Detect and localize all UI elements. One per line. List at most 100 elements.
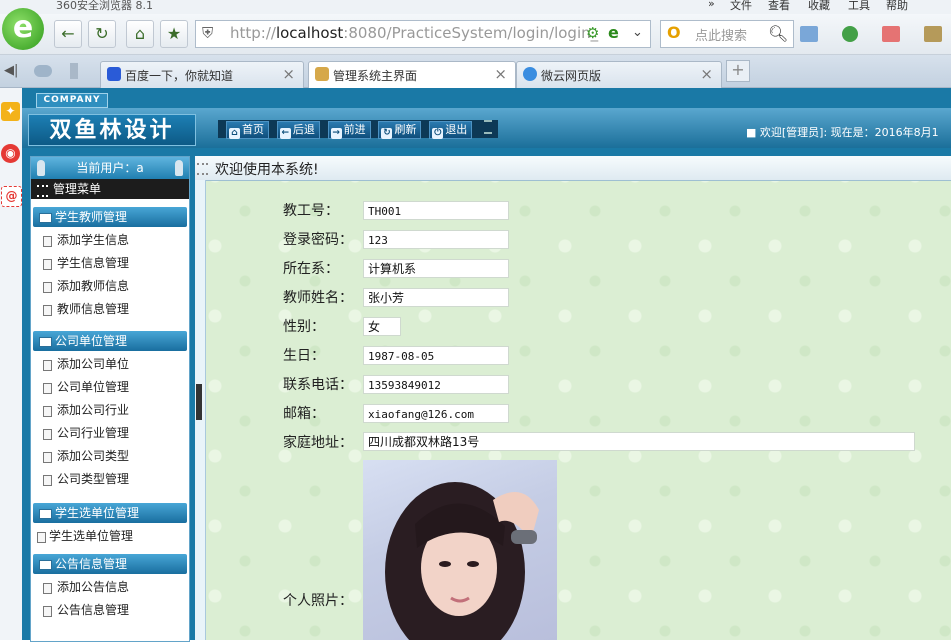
menu-item-selection-manage[interactable]: 学生选单位管理 [31, 525, 181, 548]
shield-icon: ⛨ [202, 24, 214, 42]
translate-icon[interactable] [882, 26, 900, 42]
menu-item-label: 公司行业管理 [57, 426, 130, 440]
browser-sidebar: ✦ ◉ @ [0, 88, 23, 640]
menu-item-add-industry[interactable]: 添加公司行业 [31, 399, 181, 422]
teacher-no-value: TH001 [363, 201, 509, 220]
weibo-icon[interactable]: ◉ [1, 144, 20, 163]
address-bar[interactable]: ⛨ http://localhost:8080/PracticeSystem/l… [195, 20, 651, 48]
menu-item-add-company[interactable]: 添加公司单位 [31, 353, 181, 376]
birthday-label: 生日： [283, 348, 325, 364]
welcome-status: ■ 欢迎[管理员]: 现在是：2016年8月1 [746, 126, 939, 139]
close-tab-icon[interactable]: × [700, 65, 713, 83]
page-icon [43, 259, 52, 270]
content-title-bar: 欢迎使用本系统! [195, 156, 951, 181]
teacher-name-value: 张小芳 [363, 288, 509, 307]
menu-item-industry-manage[interactable]: 公司行业管理 [31, 422, 181, 445]
refresh-icon[interactable]: ↻ [88, 20, 116, 48]
pin-icon [175, 160, 183, 176]
menu-item-student-manage[interactable]: 学生信息管理 [31, 252, 181, 275]
menu-item-add-teacher[interactable]: 添加教师信息 [31, 275, 181, 298]
tab-label: 微云网页版 [541, 69, 602, 83]
logout-button[interactable]: ⏻ 退出 [429, 121, 473, 139]
menu-view[interactable]: 查看 [768, 0, 790, 13]
tab-main[interactable]: 管理系统主界面 × [308, 61, 516, 88]
page-icon [43, 429, 52, 440]
splitter-handle[interactable] [196, 384, 202, 420]
extension-icon[interactable] [924, 26, 942, 42]
tab-baidu[interactable]: 百度一下，你就知道 × [100, 61, 304, 88]
menu-item-label: 添加公司类型 [57, 449, 130, 463]
weiyun-cloud-icon [523, 67, 537, 81]
search-icon[interactable]: 🔍︎ [768, 24, 788, 43]
menu-item-notice-manage[interactable]: 公告信息管理 [31, 599, 181, 622]
page-icon [43, 475, 52, 486]
menu-tools[interactable]: 工具 [848, 0, 870, 13]
section-title: 学生教师管理 [55, 210, 128, 224]
home-button[interactable]: ⌂ 首页 [226, 121, 269, 139]
collapse-sidebar-icon[interactable]: ◀| [4, 63, 18, 78]
menu-file[interactable]: 文件 [730, 0, 752, 13]
list-icon [197, 163, 208, 175]
portrait-image [385, 482, 539, 640]
menu-item-label: 添加公告信息 [57, 580, 130, 594]
book-icon [39, 337, 52, 347]
page-icon [43, 406, 52, 417]
teacher-name-label: 教师姓名： [283, 290, 353, 306]
menu-item-company-manage[interactable]: 公司单位管理 [31, 376, 181, 399]
home-icon[interactable]: ⌂ [126, 20, 154, 48]
menu-help[interactable]: 帮助 [886, 0, 908, 13]
section-student-teacher[interactable]: 学生教师管理 [33, 207, 187, 227]
page-icon [43, 305, 52, 316]
section-notice[interactable]: 公告信息管理 [33, 554, 187, 574]
sidebar-toggle-icon[interactable] [70, 63, 78, 79]
close-tab-icon[interactable]: × [494, 65, 507, 83]
address-dropdown-icon[interactable]: ⌄ [632, 25, 643, 40]
tab-weiyun[interactable]: 微云网页版 × [516, 61, 722, 88]
address-label: 家庭地址： [283, 435, 353, 451]
menu-item-teacher-manage[interactable]: 教师信息管理 [31, 298, 181, 321]
new-tab-button[interactable]: + [726, 60, 750, 82]
refresh-button[interactable]: ↻ 刷新 [378, 121, 422, 139]
favorite-star-icon[interactable]: ★ [160, 20, 188, 48]
book-icon [39, 509, 52, 519]
menu-item-add-company-type[interactable]: 添加公司类型 [31, 445, 181, 468]
apps-icon[interactable] [800, 26, 818, 42]
close-tab-icon[interactable]: × [282, 65, 295, 83]
department-value: 计算机系 [363, 259, 509, 278]
browser-title: 360安全浏览器 8.1 [56, 0, 153, 12]
menu-item-add-notice[interactable]: 添加公告信息 [31, 576, 181, 599]
section-company[interactable]: 公司单位管理 [33, 331, 187, 351]
compat-mode-icon[interactable]: ⚙ [586, 24, 599, 42]
book-icon [39, 213, 52, 223]
search-input[interactable]: 点此搜索 [695, 25, 747, 44]
security-icon[interactable] [842, 26, 858, 42]
back-icon[interactable]: ← [54, 20, 82, 48]
menu-item-label: 公告信息管理 [57, 603, 130, 617]
grid-icon [37, 185, 48, 197]
menu-favorites[interactable]: 收藏 [808, 0, 830, 13]
email-icon[interactable]: @ [1, 186, 22, 207]
back-button[interactable]: ← 后退 [276, 121, 320, 139]
search-engine-icon[interactable]: O [667, 23, 681, 42]
menu-item-add-student[interactable]: 添加学生信息 [31, 229, 181, 252]
birthday-value: 1987-08-05 [363, 346, 509, 365]
ie-engine-icon[interactable]: e [608, 23, 619, 42]
menu-item-label: 添加学生信息 [57, 233, 130, 247]
menu-item-company-type-manage[interactable]: 公司类型管理 [31, 468, 181, 491]
home-icon: ⌂ [229, 128, 240, 139]
address-url: http://localhost:8080/PracticeSystem/log… [230, 24, 599, 42]
password-value: 123 [363, 230, 509, 249]
site-logo: 双鱼林设计 [28, 114, 196, 146]
company-badge: COMPANY [36, 93, 108, 108]
left-menu: 当前用户：a 管理菜单 学生教师管理 添加学生信息 学生信息管理 添加教师信息 … [30, 156, 190, 642]
forward-button[interactable]: → 前进 [327, 121, 371, 139]
content-area: 欢迎使用本系统! 教工号： TH001 登录密码： 123 所在系： 计算机系 … [195, 156, 951, 640]
section-student-selection[interactable]: 学生选单位管理 [33, 503, 187, 523]
address-value: 四川成都双林路13号 [363, 432, 915, 451]
menu-item-label: 添加公司行业 [57, 403, 130, 417]
cloud-icon[interactable] [34, 65, 52, 77]
bookmark-icon[interactable]: ✦ [1, 102, 20, 121]
panel-splitter[interactable] [195, 180, 206, 640]
menu-item-label: 添加教师信息 [57, 279, 130, 293]
menu-chevron[interactable]: » [708, 0, 715, 10]
